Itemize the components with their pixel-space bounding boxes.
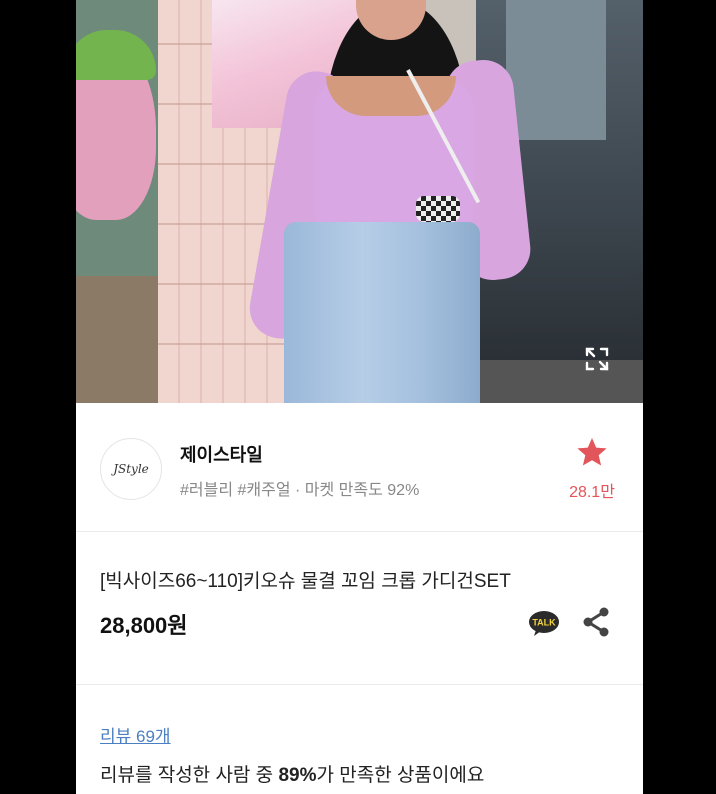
share-icon[interactable]	[581, 606, 611, 638]
shop-logo-text: JStyle	[113, 462, 149, 476]
divider	[76, 684, 643, 685]
kakao-talk-icon[interactable]: TALK	[528, 610, 560, 636]
bag	[416, 196, 460, 222]
product-image[interactable]	[76, 0, 643, 403]
product-detail-screen: JStyle 제이스타일 #러블리 #캐주얼 · 마켓 만족도 92% 28.1…	[76, 0, 643, 794]
shop-logo[interactable]: JStyle	[100, 438, 162, 500]
review-summary-suffix: 가 만족한 상품이에요	[316, 765, 485, 786]
review-count-link[interactable]: 리뷰 69개	[100, 722, 171, 747]
divider	[76, 531, 643, 532]
favorite-count: 28.1만	[569, 484, 615, 501]
expand-icon[interactable]	[584, 346, 610, 372]
shop-name[interactable]: 제이스타일	[180, 441, 263, 467]
background-ground	[76, 276, 158, 403]
model-neckline	[326, 76, 456, 116]
review-satisfaction-percent: 89%	[278, 765, 317, 786]
product-price: 28,800원	[100, 613, 188, 638]
background-street	[476, 360, 643, 403]
product-name: [빅사이즈66~110]키오슈 물결 꼬임 크롭 가디건SET	[100, 571, 511, 592]
review-summary: 리뷰를 작성한 사람 중 89%가 만족한 상품이에요	[100, 760, 484, 787]
kakao-talk-label: TALK	[532, 618, 556, 628]
shop-info[interactable]: JStyle 제이스타일 #러블리 #캐주얼 · 마켓 만족도 92% 28.1…	[76, 403, 643, 531]
review-summary-prefix: 리뷰를 작성한 사람 중	[100, 765, 279, 786]
star-icon[interactable]	[576, 437, 608, 467]
model-jeans	[284, 222, 480, 403]
shop-tags: #러블리 #캐주얼 · 마켓 만족도 92%	[180, 482, 420, 499]
background-door	[506, 0, 606, 140]
